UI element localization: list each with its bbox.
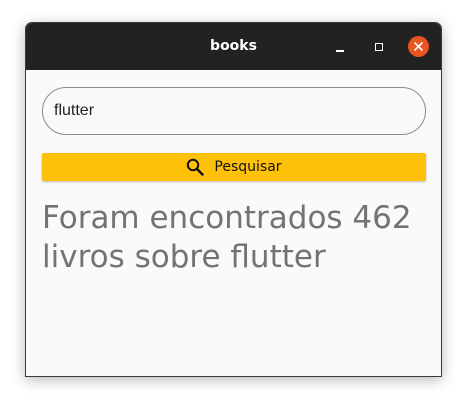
search-button-label: Pesquisar: [214, 159, 282, 175]
maximize-icon: [375, 43, 383, 51]
app-window: books Pesquisar Foram encontrados 462 li…: [25, 22, 442, 377]
search-input[interactable]: [42, 87, 426, 135]
close-button[interactable]: [408, 36, 429, 57]
maximize-button[interactable]: [368, 36, 390, 58]
search-icon: [187, 158, 205, 176]
search-button[interactable]: Pesquisar: [42, 153, 426, 181]
minimize-button[interactable]: [329, 36, 351, 58]
minimize-icon: [336, 50, 344, 52]
main-content: Pesquisar Foram encontrados 462 livros s…: [26, 70, 441, 376]
title-bar[interactable]: books: [26, 23, 441, 70]
result-message: Foram encontrados 462 livros sobre flutt…: [42, 200, 412, 275]
close-icon: [414, 42, 423, 51]
